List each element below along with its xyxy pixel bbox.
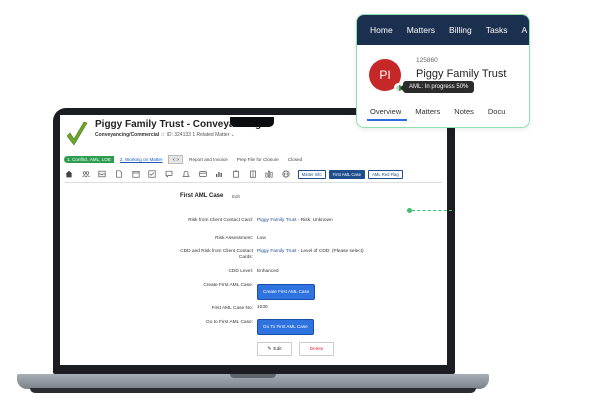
first-aml-case-button[interactable]: First AML Case	[328, 169, 366, 179]
laptop-base-notch	[230, 374, 276, 378]
assessment-value: Low	[257, 236, 266, 241]
nav-billing[interactable]: Billing	[449, 25, 472, 35]
client-contact-link[interactable]: Piggy Family Trust	[257, 218, 296, 223]
clipboard-icon[interactable]	[231, 170, 241, 179]
create-aml-label: Create First AML Case:	[203, 283, 253, 288]
chat-icon[interactable]	[164, 170, 174, 179]
popup-nav-bar: Home Matters Billing Tasks A	[357, 15, 529, 45]
cdd-value-text: - Level of CDD: (Please select)	[296, 249, 364, 254]
aml-status-tooltip: AML: In progress 50%	[399, 81, 475, 93]
nav-matters[interactable]: Matters	[407, 25, 435, 35]
matter-id: ID: 324133	[166, 132, 191, 138]
edit-button[interactable]: ✎ Edit	[257, 342, 292, 356]
matter-number: 125860	[416, 57, 438, 64]
laptop-screen: Piggy Family Trust - Conveyancing Convey…	[60, 115, 447, 365]
related-matter-link[interactable]: 1 Related Matter	[192, 132, 229, 138]
client-popup-card: Home Matters Billing Tasks A PI 125860 P…	[356, 14, 530, 128]
step-working-on-matter[interactable]: 2. Working on Matter	[117, 156, 166, 163]
laptop-camera-notch	[230, 117, 274, 127]
stats-icon[interactable]	[264, 170, 274, 179]
checklist-icon[interactable]	[147, 170, 157, 179]
nav-more[interactable]: A	[521, 25, 527, 35]
nav-tasks[interactable]: Tasks	[486, 25, 508, 35]
globe-icon[interactable]	[281, 170, 291, 179]
cdd-label: CDD and Risk from Client Contact Cards:	[180, 249, 253, 260]
tab-matters[interactable]: Matters	[415, 107, 440, 123]
bar-chart-icon[interactable]	[214, 170, 224, 179]
tab-documents[interactable]: Docu	[488, 107, 506, 123]
document-icon[interactable]	[114, 170, 124, 179]
matter-name: Piggy Family Trust	[416, 68, 507, 80]
toolbar-divider	[64, 182, 442, 183]
pencil-icon: ✎	[267, 346, 272, 352]
matter-info-button[interactable]: Matter Info	[297, 169, 326, 179]
risk-value: Piggy Family Trust - Risk: Unknown	[257, 218, 333, 223]
create-first-aml-case-button[interactable]: Create First AML Case	[257, 284, 316, 300]
home-icon[interactable]	[64, 170, 74, 179]
risk-label: Risk from Client Contact Card:	[188, 218, 253, 223]
aml-red-flag-button[interactable]: AML Red Flag	[368, 169, 403, 179]
calendar-icon[interactable]	[131, 170, 141, 179]
edit-button-label: Edit	[273, 346, 282, 352]
toolbar: Matter Info First AML Case AML Red Flag	[64, 168, 447, 180]
tab-notes[interactable]: Notes	[454, 107, 474, 123]
go-to-first-aml-case-button[interactable]: Go To First AML Case	[257, 319, 314, 335]
chevron-down-icon[interactable]: ⌄	[231, 132, 235, 138]
inbox-icon[interactable]	[97, 170, 107, 179]
matter-type: Conveyancing/Commercial	[95, 132, 160, 138]
matter-subtitle: Conveyancing/Commercial ☆ ID: 324133 1 R…	[95, 132, 235, 138]
laptop-base-edge	[30, 388, 476, 393]
cdd-level-label: CDD Level:	[228, 269, 253, 274]
section-title: First AML Case	[180, 193, 224, 199]
checkmark-icon	[66, 121, 88, 146]
workflow-steps: 1. Conflict, AML, LOE 2. Working on Matt…	[64, 155, 305, 164]
step-report-invoice[interactable]: Report and Invoice	[186, 156, 231, 163]
step-nav-arrows[interactable]: < >	[168, 155, 184, 164]
connector-line	[412, 210, 452, 211]
contacts-icon[interactable]	[81, 170, 91, 179]
section-edit-link[interactable]: Edit	[232, 194, 240, 199]
cdd-contact-link[interactable]: Piggy Family Trust	[257, 249, 296, 254]
tab-overview[interactable]: Overview	[370, 107, 401, 123]
building-icon[interactable]	[248, 170, 258, 179]
bell-icon[interactable]	[181, 170, 191, 179]
nav-home[interactable]: Home	[370, 25, 393, 35]
risk-value-text: - Risk: Unknown	[296, 218, 333, 223]
case-no-label: First AML Case No:	[211, 306, 253, 311]
step-conflict-aml-loe[interactable]: 1. Conflict, AML, LOE	[64, 156, 114, 163]
assessment-label: Risk Assessment:	[215, 236, 253, 241]
popup-tabs: Overview Matters Notes Docu	[357, 107, 529, 123]
case-no-value: 1030	[257, 305, 268, 310]
cdd-value: Piggy Family Trust - Level of CDD: (Plea…	[257, 249, 364, 254]
delete-button[interactable]: Delete	[299, 342, 334, 356]
step-closed[interactable]: Closed	[285, 156, 305, 163]
cdd-level-value: Enhanced	[257, 269, 279, 274]
card-icon[interactable]	[198, 170, 208, 179]
goto-aml-label: Go to First AML Case:	[205, 320, 253, 325]
star-icon[interactable]: ☆	[161, 132, 165, 138]
step-prep-closure[interactable]: Prep File for Closure	[234, 156, 282, 163]
active-tab-indicator	[367, 119, 407, 121]
